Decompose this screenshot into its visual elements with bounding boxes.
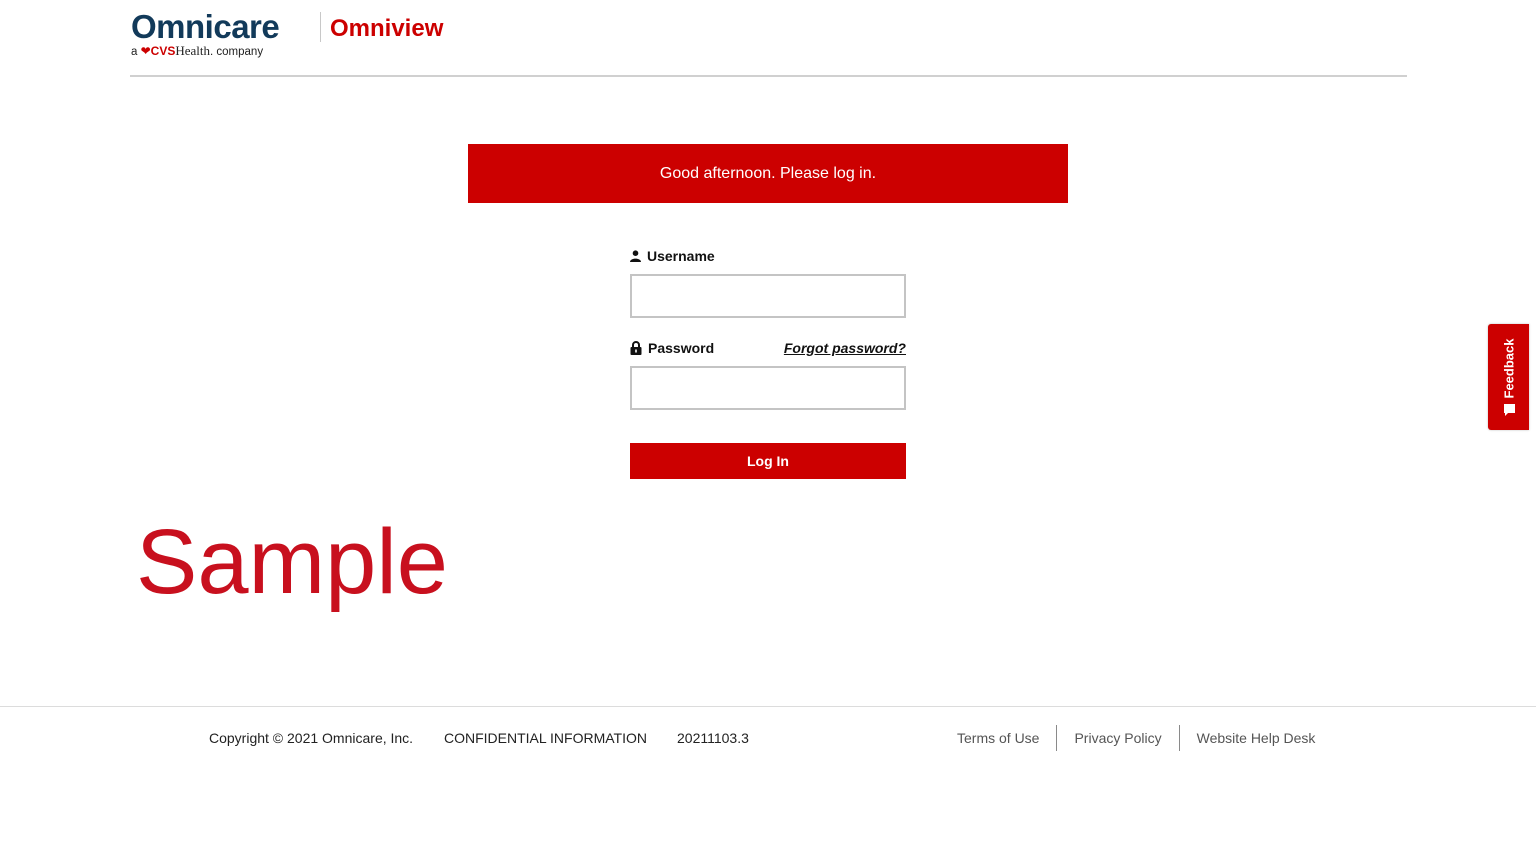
login-page: Omnicare a ❤CVSHealth. company Omniview …: [0, 0, 1536, 858]
tagline-prefix: a: [131, 46, 138, 58]
footer-links: Terms of Use Privacy Policy Website Help…: [940, 725, 1332, 751]
login-button[interactable]: Log In: [630, 443, 906, 479]
tagline-suffix: . company: [210, 46, 264, 58]
copyright-text: Copyright © 2021 Omnicare, Inc.: [209, 730, 414, 746]
help-desk-link[interactable]: Website Help Desk: [1180, 725, 1333, 751]
username-label: Username: [647, 248, 715, 264]
feedback-tab[interactable]: Feedback: [1488, 324, 1529, 430]
footer: Copyright © 2021 Omnicare, Inc. CONFIDEN…: [0, 706, 1536, 858]
password-label: Password: [648, 340, 715, 356]
username-label-row: Username: [630, 246, 906, 266]
heart-icon: ❤: [140, 44, 151, 58]
feedback-label: Feedback: [1501, 338, 1516, 399]
feedback-icon: [1503, 403, 1514, 416]
greeting-text: Good afternoon. Please log in.: [659, 164, 877, 182]
password-label-row: Password Forgot password?: [630, 338, 906, 358]
logo-divider: [320, 12, 321, 42]
confidential-text: CONFIDENTIAL INFORMATION: [444, 730, 647, 746]
lock-icon: [630, 341, 642, 355]
login-form: Username Password Forgot password? Log I…: [630, 246, 906, 479]
logo-tagline: a ❤CVSHealth. company: [131, 44, 263, 59]
username-input[interactable]: [630, 274, 906, 318]
version-text: 20211103.3: [677, 730, 749, 746]
logo-wordmark: Omnicare: [131, 8, 280, 45]
header: Omnicare a ❤CVSHealth. company Omniview: [130, 8, 1407, 77]
sample-watermark: Sample: [136, 511, 448, 613]
password-input[interactable]: [630, 366, 906, 410]
greeting-banner: Good afternoon. Please log in.: [468, 144, 1068, 203]
user-icon: [630, 250, 641, 262]
feedback-tab-content: Feedback: [1501, 339, 1516, 416]
terms-of-use-link[interactable]: Terms of Use: [940, 725, 1056, 751]
privacy-policy-link[interactable]: Privacy Policy: [1057, 725, 1178, 751]
forgot-password-link[interactable]: Forgot password?: [784, 340, 906, 356]
tagline-health: Health: [175, 43, 211, 58]
product-name: Omniview: [330, 15, 444, 42]
tagline-brand: CVS: [150, 44, 176, 58]
